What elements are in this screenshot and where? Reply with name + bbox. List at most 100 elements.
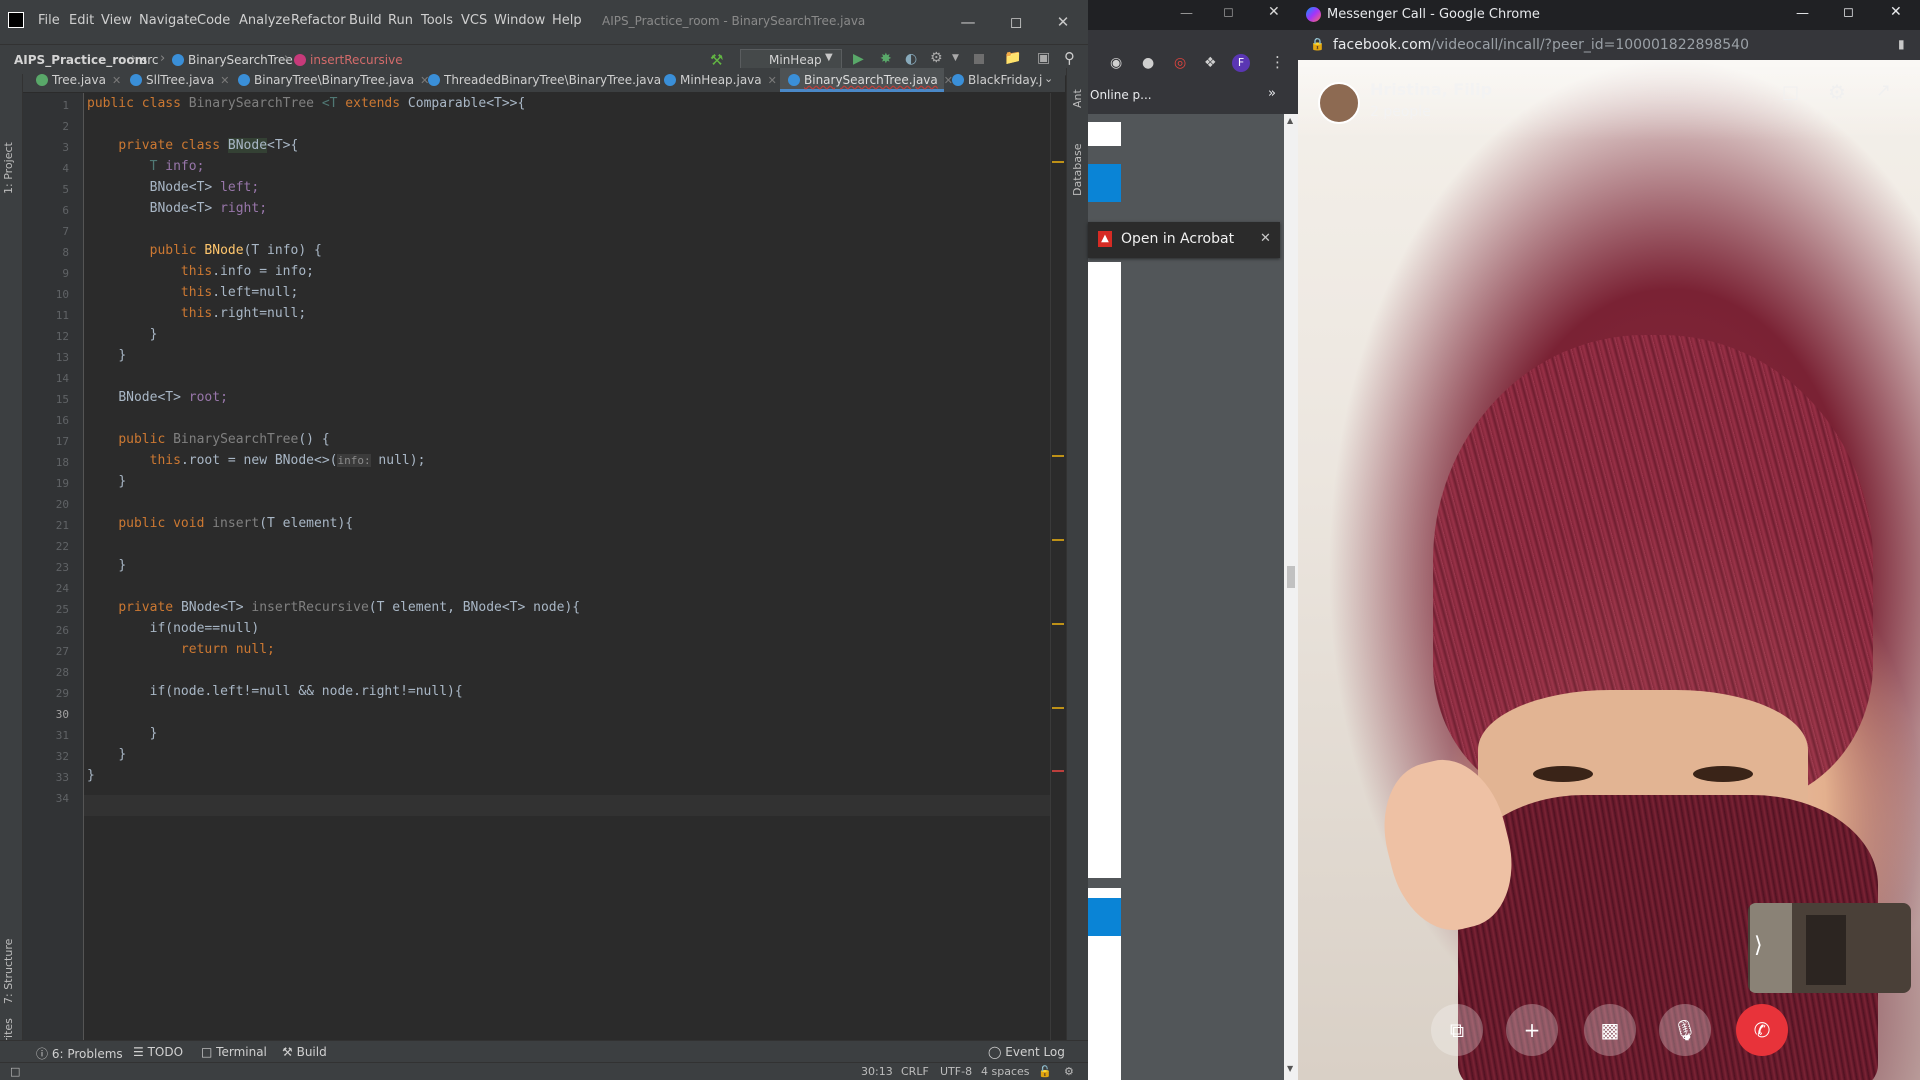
search-icon[interactable]: ⚲	[1064, 49, 1075, 67]
menu-build[interactable]: Build	[349, 13, 382, 28]
indent-setting[interactable]: 4 spaces	[981, 1065, 1030, 1078]
problems-tool-button[interactable]: ⓘ 6: Problems	[36, 1045, 123, 1062]
tab-binarytree-java[interactable]: BinaryTree\BinaryTree.java ✕	[238, 68, 429, 92]
bookmark-item[interactable]: Online p...	[1090, 88, 1152, 102]
code-editor[interactable]: public class BinarySearchTree <T extends…	[84, 93, 1071, 1040]
more-vert-icon[interactable]: ⋮	[1270, 53, 1285, 71]
cast-icon[interactable]: ▮	[1898, 37, 1905, 51]
menu-edit[interactable]: Edit	[69, 13, 94, 28]
menu-refactor[interactable]: Refactor	[291, 13, 346, 28]
chevron-down-icon[interactable]: ▼	[952, 53, 959, 63]
menu-vcs[interactable]: VCS	[461, 13, 487, 28]
minimize-window-icon[interactable]: □	[1782, 82, 1799, 103]
caret-position[interactable]: 30:13	[861, 1065, 893, 1078]
scroll-down-icon[interactable]: ▼	[1287, 1064, 1293, 1073]
terminal-tool-button[interactable]: □ Terminal	[201, 1045, 267, 1059]
ant-tool-button[interactable]: Ant	[1071, 89, 1084, 108]
event-log-button[interactable]: ◯ Event Log	[988, 1045, 1065, 1059]
url-text[interactable]: facebook.com/videocall/incall/?peer_id=1…	[1333, 37, 1749, 53]
menu-window[interactable]: Window	[494, 13, 545, 28]
breadcrumb-folder[interactable]: src	[141, 53, 159, 67]
camera-toggle-button[interactable]: ▩	[1584, 1004, 1636, 1056]
mute-button[interactable]: 🎙	[1659, 1004, 1711, 1056]
fullscreen-icon[interactable]: ↗	[1876, 80, 1891, 101]
warning-marker[interactable]	[1052, 623, 1064, 625]
warning-marker[interactable]	[1052, 539, 1064, 541]
minimize-icon[interactable]: —	[1796, 6, 1809, 21]
extension-icon[interactable]: ◉	[1110, 55, 1122, 71]
database-tool-button[interactable]: Database	[1071, 144, 1084, 197]
project-tool-button[interactable]: 1: Project	[2, 142, 15, 194]
close-icon[interactable]: ✕	[1260, 231, 1271, 246]
inspector-icon[interactable]: ⚙	[1064, 1065, 1074, 1078]
chevron-right-icon[interactable]: »	[1268, 86, 1276, 101]
breadcrumb-class[interactable]: BinarySearchTree	[172, 53, 293, 67]
puzzle-icon[interactable]: ❖	[1204, 55, 1217, 71]
scroll-up-icon[interactable]: ▲	[1287, 116, 1293, 125]
breadcrumb-project[interactable]: AIPS_Practice_room	[14, 53, 147, 67]
tab-tree-java[interactable]: Tree.java ✕	[36, 68, 121, 92]
address-bar[interactable]: 🔒 facebook.com/videocall/incall/?peer_id…	[1298, 30, 1920, 60]
tab-threadedbinarytree-java[interactable]: ThreadedBinaryTree\BinaryTree.java✕	[428, 68, 676, 92]
build-tool-button[interactable]: ⚒ Build	[282, 1045, 327, 1059]
close-icon[interactable]: ✕	[1043, 8, 1083, 36]
close-icon[interactable]: ✕	[768, 74, 777, 87]
tab-blackfriday-java[interactable]: BlackFriday.j	[952, 68, 1042, 92]
project-structure-icon[interactable]: 📁	[1004, 50, 1021, 66]
close-icon[interactable]: ✕	[220, 74, 229, 87]
avatar[interactable]	[1318, 82, 1360, 124]
menu-help[interactable]: Help	[552, 13, 582, 28]
self-view-video[interactable]: ⟩	[1748, 903, 1911, 993]
file-encoding[interactable]: UTF-8	[940, 1065, 972, 1078]
todo-tool-button[interactable]: ☰ TODO	[133, 1045, 183, 1059]
line-separator[interactable]: CRLF	[901, 1065, 929, 1078]
stop-icon[interactable]	[974, 54, 984, 64]
error-stripe[interactable]	[1050, 93, 1066, 1040]
maximize-icon[interactable]: ◻	[996, 8, 1036, 36]
lock-icon[interactable]: 🔒	[1310, 37, 1325, 51]
menu-view[interactable]: View	[101, 13, 132, 28]
error-marker[interactable]	[1052, 770, 1064, 772]
close-icon[interactable]: ✕	[1890, 4, 1902, 20]
run-icon[interactable]: ▶	[853, 51, 864, 67]
scrollbar[interactable]: ▲ ▼	[1284, 114, 1298, 1080]
menu-run[interactable]: Run	[388, 13, 413, 28]
scrollbar-thumb[interactable]	[1287, 566, 1295, 588]
close-icon[interactable]: ✕	[112, 74, 121, 87]
warning-marker[interactable]	[1052, 161, 1064, 163]
warning-marker[interactable]	[1052, 455, 1064, 457]
coverage-icon[interactable]: ◐	[905, 51, 917, 67]
chevron-right-icon[interactable]: ⟩	[1754, 933, 1763, 958]
menu-file[interactable]: File	[38, 13, 60, 28]
close-icon[interactable]: ✕	[1268, 4, 1280, 20]
warning-marker[interactable]	[1052, 707, 1064, 709]
maximize-icon[interactable]: ◻	[1223, 5, 1234, 20]
share-screen-button[interactable]: ⧉	[1431, 1004, 1483, 1056]
profile-icon[interactable]: ⚙	[930, 50, 943, 66]
minimize-icon[interactable]: —	[948, 8, 988, 36]
extension-icon[interactable]: ●	[1142, 55, 1154, 71]
end-call-button[interactable]: ✆	[1736, 1004, 1788, 1056]
tab-minheap-java[interactable]: MinHeap.java ✕	[664, 68, 777, 92]
menu-navigate[interactable]: Navigate	[139, 13, 197, 28]
menu-analyze[interactable]: Analyze	[239, 13, 290, 28]
menu-tools[interactable]: Tools	[421, 13, 453, 28]
minimize-icon[interactable]: —	[1180, 6, 1193, 21]
layout-icon[interactable]: ▣	[1037, 50, 1050, 66]
add-person-button[interactable]: +	[1506, 1004, 1558, 1056]
intellij-logo-icon[interactable]	[8, 12, 24, 28]
avatar[interactable]: F	[1232, 54, 1250, 72]
extension-icon[interactable]: ◎	[1174, 55, 1186, 71]
build-hammer-icon[interactable]: ⚒	[710, 51, 723, 69]
menu-code[interactable]: Code	[197, 13, 230, 28]
lock-icon[interactable]: 🔓	[1038, 1065, 1052, 1078]
panel-toggle-icon[interactable]: □	[10, 1065, 20, 1078]
chevron-down-icon[interactable]: ⌄	[1044, 72, 1053, 85]
structure-tool-button[interactable]: 7: Structure	[2, 939, 15, 1004]
breadcrumb-method[interactable]: insertRecursive	[294, 53, 403, 67]
debug-icon[interactable]: ✸	[880, 51, 892, 67]
open-in-acrobat-popup[interactable]: ▲ Open in Acrobat ✕	[1088, 222, 1280, 258]
gear-icon[interactable]: ⚙	[1828, 80, 1846, 104]
tab-slltree-java[interactable]: SllTree.java ✕	[130, 68, 229, 92]
tab-binarysearchtree-java[interactable]: BinarySearchTree.java ✕	[780, 68, 953, 92]
